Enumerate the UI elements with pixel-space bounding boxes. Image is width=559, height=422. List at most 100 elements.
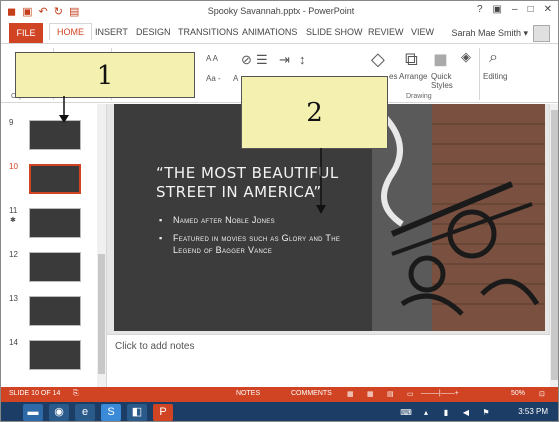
keyboard-icon[interactable]: ⌨ [396, 404, 416, 421]
change-case-button[interactable]: Aa - [206, 74, 221, 83]
clock[interactable]: 3:53 PM [518, 407, 548, 416]
internet-explorer-icon[interactable]: e [75, 404, 95, 421]
notes-pane[interactable]: Click to add notes [107, 334, 550, 387]
quick-styles-icon[interactable]: ◼ [433, 49, 448, 70]
fit-slide-icon[interactable]: ⊡ [539, 390, 545, 398]
tab-review[interactable]: REVIEW [368, 27, 404, 37]
tab-design[interactable]: DESIGN [136, 27, 171, 37]
tab-view[interactable]: VIEW [411, 27, 434, 37]
window-title: Spooky Savannah.pptx - PowerPoint [207, 6, 355, 16]
save-icon[interactable]: ▣ [22, 5, 32, 19]
slide-thumb-11[interactable]: 11 ✱ [1, 206, 107, 246]
scroll-thumb[interactable] [98, 254, 105, 374]
ribbon-display-icon[interactable]: ▣ [493, 4, 502, 15]
tab-slide-show[interactable]: SLIDE SHOW [306, 27, 363, 37]
app-icon[interactable]: ◧ [127, 404, 147, 421]
shapes-icon[interactable]: ◇ [371, 49, 385, 70]
skype-icon[interactable]: S [101, 404, 121, 421]
ribbon-tabs: FILE HOME INSERT DESIGN TRANSITIONS ANIM… [1, 23, 558, 43]
indent-icon[interactable]: ⇥ [279, 52, 290, 68]
shapes-label[interactable]: es [389, 72, 397, 81]
restore-icon[interactable]: □ [528, 4, 534, 15]
avatar[interactable] [533, 25, 550, 42]
ironwork-photo-graphic [372, 104, 545, 331]
tab-transitions[interactable]: TRANSITIONS [178, 27, 239, 37]
slide-thumb-10[interactable]: 10 [1, 162, 107, 202]
tab-animations[interactable]: ANIMATIONS [242, 27, 297, 37]
quick-access-toolbar: ◼ ▣ ↶ ↻ ▤ [7, 5, 79, 19]
slide-thumbnails-pane: 9 10 11 ✱ 12 13 14 [1, 104, 107, 387]
undo-icon[interactable]: ↶ [39, 5, 48, 19]
scroll-thumb[interactable] [551, 110, 558, 380]
tray-arrow-icon[interactable]: ▴ [416, 404, 436, 421]
bullet-item: Named after Noble Jones [159, 214, 359, 226]
clear-formatting-icon[interactable]: ⊘ [241, 52, 252, 68]
start-presentation-icon[interactable]: ▤ [69, 5, 79, 19]
arrange-button[interactable]: Arrange [399, 72, 427, 81]
slide-thumbnail[interactable] [29, 340, 81, 370]
slide-thumbnail-selected[interactable] [29, 164, 81, 194]
divider [479, 48, 480, 100]
chrome-icon[interactable]: ◉ [49, 404, 69, 421]
slide-number: 9 [9, 118, 14, 127]
slide-thumb-14[interactable]: 14 [1, 338, 107, 378]
transition-star-icon: ✱ [10, 217, 16, 224]
slide-number: 13 [9, 294, 18, 303]
callout-arrow-1 [59, 96, 69, 123]
slide-number: 10 [9, 162, 18, 171]
notes-button[interactable]: NOTES [236, 390, 260, 397]
font-color-button[interactable]: A [233, 74, 238, 83]
zoom-level[interactable]: 50% [511, 390, 525, 397]
bullets-icon[interactable]: ☰ [256, 52, 268, 68]
volume-icon[interactable]: ◀ [456, 404, 476, 421]
slide-thumb-9[interactable]: 9 [1, 118, 107, 158]
close-icon[interactable]: ✕ [544, 4, 552, 15]
file-explorer-icon[interactable]: ▬ [23, 404, 43, 421]
font-size-buttons[interactable]: A A [206, 54, 218, 63]
slide-thumb-12[interactable]: 12 [1, 250, 107, 290]
window-controls: ? ▣ – □ ✕ [477, 4, 552, 15]
slide-thumbnail[interactable] [29, 208, 81, 238]
spellcheck-icon[interactable]: ⎘ [73, 390, 79, 398]
find-binoculars-icon[interactable]: ⌕ [489, 49, 498, 67]
tab-file[interactable]: FILE [9, 23, 43, 43]
slide-thumbnail[interactable] [29, 252, 81, 282]
slide-sorter-icon[interactable]: ▦ [367, 390, 374, 398]
powerpoint-logo-icon: ◼ [7, 6, 17, 18]
thumbnails-scrollbar[interactable] [97, 104, 106, 387]
quick-styles-button[interactable]: Quick Styles [431, 72, 459, 90]
status-bar: SLIDE 10 OF 14 ⎘ NOTES COMMENTS ▦ ▦ ▤ ▭ … [1, 387, 558, 402]
bullet-item: Featured in movies such as Glory and The… [159, 232, 359, 256]
normal-view-icon[interactable]: ▦ [347, 390, 354, 398]
street-photo[interactable] [372, 104, 545, 331]
help-icon[interactable]: ? [477, 4, 483, 15]
powerpoint-window: ◼ ▣ ↶ ↻ ▤ Spooky Savannah.pptx - PowerPo… [0, 0, 559, 422]
slide-thumb-13[interactable]: 13 [1, 294, 107, 334]
slide-bullets[interactable]: Named after Noble Jones Featured in movi… [159, 214, 359, 262]
windows-taskbar: ▬ ◉ e S ◧ P ⌨ ▴ ▮ ◀ ⚑ 3:53 PM [1, 402, 558, 421]
editing-button[interactable]: Editing [483, 72, 507, 81]
zoom-slider[interactable]: –——|——+ [421, 390, 459, 397]
slide-thumbnail[interactable] [29, 120, 81, 150]
notes-placeholder[interactable]: Click to add notes [115, 341, 195, 352]
minimize-icon[interactable]: – [512, 4, 518, 15]
callout-arrow-2 [316, 148, 326, 214]
powerpoint-taskbar-icon[interactable]: P [153, 404, 173, 421]
redo-icon[interactable]: ↻ [54, 5, 63, 19]
editor-scrollbar[interactable] [549, 104, 558, 387]
shape-fill-icon[interactable]: ◈ [461, 49, 471, 65]
slide-thumbnail[interactable] [29, 296, 81, 326]
slide-counter: SLIDE 10 OF 14 [9, 390, 61, 397]
tab-insert[interactable]: INSERT [95, 27, 128, 37]
line-spacing-icon[interactable]: ↕ [299, 52, 306, 67]
network-icon[interactable]: ▮ [436, 404, 456, 421]
reading-view-icon[interactable]: ▤ [387, 390, 394, 398]
slideshow-icon[interactable]: ▭ [407, 390, 414, 398]
slide-number: 11 [9, 206, 18, 215]
tab-home[interactable]: HOME [49, 23, 92, 40]
user-account[interactable]: Sarah Mae Smith ▾ [451, 28, 528, 39]
arrange-icon[interactable]: ⧉ [405, 49, 418, 70]
comments-button[interactable]: COMMENTS [291, 390, 332, 397]
flag-icon[interactable]: ⚑ [476, 404, 496, 421]
callout-box-1: 1 [15, 52, 195, 98]
